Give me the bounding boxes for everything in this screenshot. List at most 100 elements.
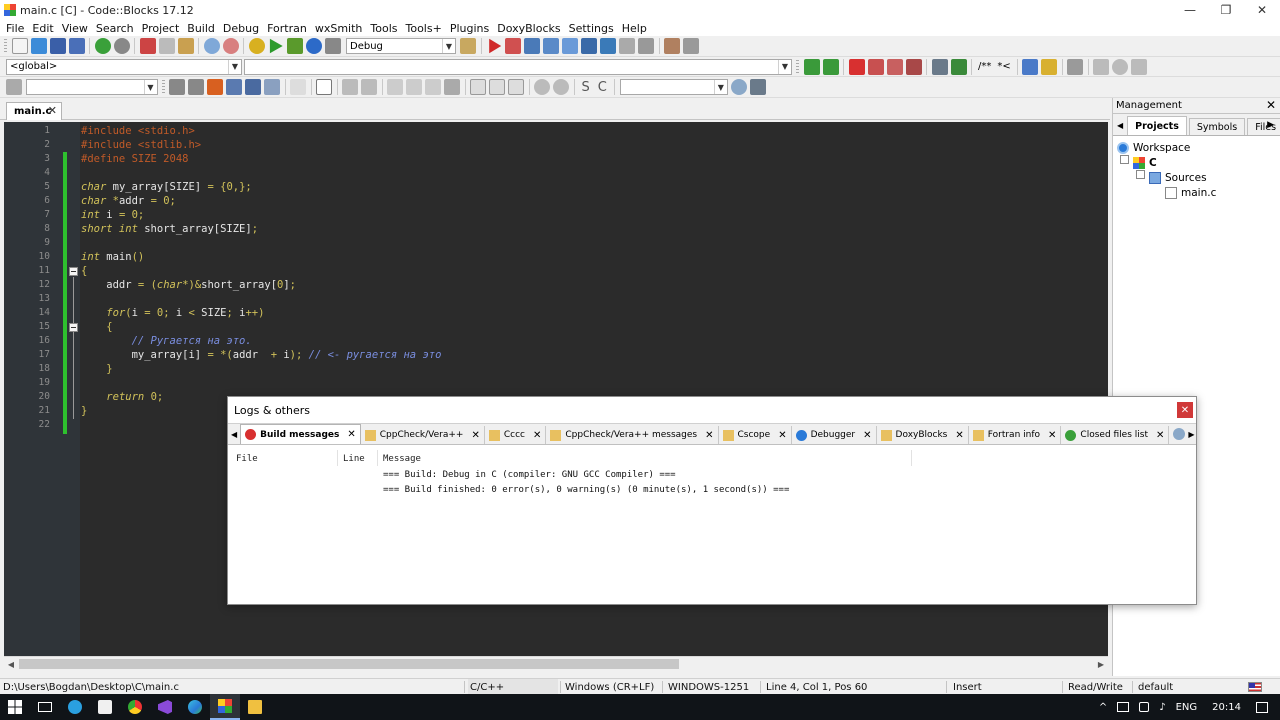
column-divider[interactable] xyxy=(911,450,912,466)
next-bookmark-icon[interactable] xyxy=(886,58,903,75)
taskbar-edge[interactable] xyxy=(180,694,210,720)
symbol-c-button[interactable]: C xyxy=(598,80,607,95)
doxy-line-comment-button[interactable]: *< xyxy=(997,61,1010,72)
volume-icon[interactable]: ♪ xyxy=(1159,702,1165,713)
tab-cccc[interactable]: Cccc ✕ xyxy=(485,426,547,444)
tree-project-c[interactable]: C xyxy=(1133,155,1157,170)
show-hidden-icons-icon[interactable]: ^ xyxy=(1099,702,1107,713)
stop-debug-icon[interactable] xyxy=(638,38,654,54)
open-icon[interactable] xyxy=(30,38,47,54)
new-file-icon[interactable] xyxy=(11,38,28,54)
menu-tools-plus[interactable]: Tools+ xyxy=(402,22,446,35)
tab-debugger[interactable]: Debugger ✕ xyxy=(792,426,877,444)
close-tab-icon[interactable]: ✕ xyxy=(347,429,355,440)
scroll-left-icon[interactable]: ◀ xyxy=(4,657,18,671)
tab-cppcheck-vera[interactable]: CppCheck/Vera++ ✕ xyxy=(361,426,485,444)
toolbar-grip[interactable] xyxy=(161,80,165,94)
tab-files[interactable]: Files xyxy=(1247,118,1280,135)
wx-flexsizer-icon[interactable] xyxy=(444,79,460,95)
find-previous-icon[interactable] xyxy=(169,79,185,95)
editor-tab-main-c[interactable]: main.c ✕ xyxy=(6,102,62,120)
close-logs-button[interactable]: ✕ xyxy=(1177,402,1193,418)
regex-icon[interactable] xyxy=(264,79,280,95)
clear-bookmarks-icon[interactable] xyxy=(905,58,922,75)
menu-build[interactable]: Build xyxy=(183,22,219,35)
find-icon[interactable] xyxy=(203,38,220,54)
notifications-icon[interactable] xyxy=(1256,701,1268,713)
incremental-search-select[interactable]: ▼ xyxy=(619,79,728,95)
wx-sizer-icon[interactable] xyxy=(387,79,403,95)
tab-projects[interactable]: Projects xyxy=(1127,116,1187,135)
menu-wxsmith[interactable]: wxSmith xyxy=(311,22,367,35)
symbol-s-button[interactable]: S xyxy=(582,80,590,95)
tree-folder-sources[interactable]: Sources xyxy=(1149,170,1207,185)
wx-frame-icon[interactable] xyxy=(316,79,332,95)
tab-symbols[interactable]: Symbols xyxy=(1188,118,1246,135)
log-message-row[interactable]: === Build: Debug in C (compiler: GNU GCC… xyxy=(383,470,676,480)
save-all-icon[interactable] xyxy=(68,38,85,54)
close-tab-icon[interactable]: ✕ xyxy=(705,430,713,441)
redo-icon[interactable] xyxy=(113,38,130,54)
rebuild-icon[interactable] xyxy=(305,38,322,54)
paste-icon[interactable] xyxy=(177,38,194,54)
column-divider[interactable] xyxy=(377,450,378,466)
close-window-button[interactable]: ✕ xyxy=(1244,0,1280,20)
run-icon[interactable] xyxy=(269,38,283,54)
menu-file[interactable]: File xyxy=(2,22,28,35)
doxyblocks-wizard-icon[interactable] xyxy=(931,58,948,75)
function-select[interactable]: ▼ xyxy=(244,58,792,75)
scrollbar-thumb[interactable] xyxy=(19,659,679,669)
close-tab-icon[interactable]: ✕ xyxy=(1156,430,1164,441)
doxyblocks-help-icon[interactable] xyxy=(1041,58,1058,75)
doxyblocks-extract-icon[interactable] xyxy=(950,58,967,75)
fortran-jump-home-icon[interactable] xyxy=(1112,58,1129,75)
tab-scroll-left-icon[interactable]: ◀ xyxy=(1117,121,1123,130)
toolbar-grip[interactable] xyxy=(796,59,799,74)
taskbar-visual-studio[interactable] xyxy=(150,694,180,720)
search-go-icon[interactable] xyxy=(730,79,747,95)
build-gear-icon[interactable] xyxy=(248,38,265,54)
menu-plugins[interactable]: Plugins xyxy=(446,22,493,35)
doxyblocks-preferences-icon[interactable] xyxy=(1067,58,1084,75)
fortran-jump-forward-icon[interactable] xyxy=(1131,58,1148,75)
tab-build-messages[interactable]: Build messages ✕ xyxy=(240,424,361,444)
close-tab-icon[interactable]: ✕ xyxy=(778,430,786,441)
language-indicator[interactable]: ENG xyxy=(1176,702,1198,713)
build-target-select[interactable]: Debug ▼ xyxy=(346,38,456,54)
replace-icon[interactable] xyxy=(222,38,239,54)
tab-cscope[interactable]: Cscope ✕ xyxy=(719,426,792,444)
close-tab-icon[interactable]: ✕ xyxy=(48,104,57,117)
close-tab-icon[interactable]: ✕ xyxy=(955,430,963,441)
undo-icon[interactable] xyxy=(94,38,111,54)
tab-doxyblocks[interactable]: DoxyBlocks ✕ xyxy=(877,426,969,444)
doxyblocks-html-icon[interactable] xyxy=(1022,58,1039,75)
close-panel-icon[interactable]: ✕ xyxy=(1266,98,1276,112)
doxy-block-comment-button[interactable]: /** xyxy=(978,61,991,72)
wx-boxsizer-icon[interactable] xyxy=(406,79,422,95)
menu-view[interactable]: View xyxy=(58,22,92,35)
tab-closed-files-list[interactable]: Closed files list ✕ xyxy=(1061,426,1170,444)
wx-spacer-icon[interactable] xyxy=(470,79,486,95)
highlight-icon[interactable] xyxy=(207,79,223,95)
tree-collapse-icon[interactable] xyxy=(1136,170,1145,179)
column-header-message[interactable]: Message xyxy=(383,454,421,464)
cut-icon[interactable] xyxy=(139,38,156,54)
logs-title-bar[interactable]: Logs & others ✕ xyxy=(228,397,1196,423)
match-case-icon[interactable] xyxy=(245,79,261,95)
selected-text-icon[interactable] xyxy=(226,79,242,95)
tree-collapse-icon[interactable] xyxy=(1120,155,1129,164)
debug-continue-icon[interactable] xyxy=(489,38,502,54)
tab-scroll-right-icon[interactable]: ▶ xyxy=(1267,120,1274,130)
jump-forward-icon[interactable] xyxy=(822,58,839,75)
wx-notebook-icon[interactable] xyxy=(508,79,524,95)
taskbar-file-app[interactable] xyxy=(90,694,120,720)
menu-doxyblocks[interactable]: DoxyBlocks xyxy=(493,22,564,35)
task-view-button[interactable] xyxy=(30,694,60,720)
pause-icon[interactable] xyxy=(619,38,635,54)
debugging-windows-icon[interactable] xyxy=(664,38,680,54)
maximize-button[interactable]: ❐ xyxy=(1208,0,1244,20)
close-tab-icon[interactable]: ✕ xyxy=(1048,430,1056,441)
zoom-out-icon[interactable] xyxy=(553,79,569,95)
taskbar-telegram[interactable] xyxy=(60,694,90,720)
fortran-jump-back-icon[interactable] xyxy=(1093,58,1110,75)
